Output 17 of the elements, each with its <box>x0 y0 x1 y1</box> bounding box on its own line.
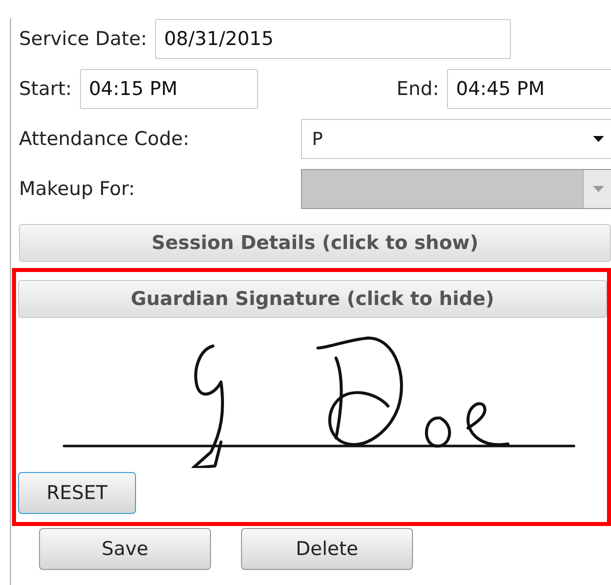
caret-icon <box>592 186 604 192</box>
field-label: Service Date: <box>19 28 148 50</box>
field-label: Makeup For: <box>19 178 136 200</box>
action-button[interactable]: Save <box>39 528 211 570</box>
dropdown-value: P <box>312 128 323 150</box>
caret-icon <box>592 136 604 142</box>
action-button[interactable]: Delete <box>241 528 413 570</box>
field-label: End: <box>396 78 439 100</box>
reset-button[interactable]: RESET <box>18 472 136 514</box>
service-date-field[interactable]: 08/31/2015 <box>155 19 512 59</box>
section-header[interactable]: Session Details (click to show) <box>19 224 611 262</box>
field-label: Attendance Code: <box>19 128 190 150</box>
section-header[interactable]: Guardian Signature (click to hide) <box>18 280 607 318</box>
dropdown[interactable]: P <box>301 119 611 159</box>
end-time-field[interactable]: 04:45 PM <box>447 69 611 109</box>
field-label: Start: <box>19 78 72 100</box>
start-time-field[interactable]: 04:15 PM <box>80 69 258 109</box>
